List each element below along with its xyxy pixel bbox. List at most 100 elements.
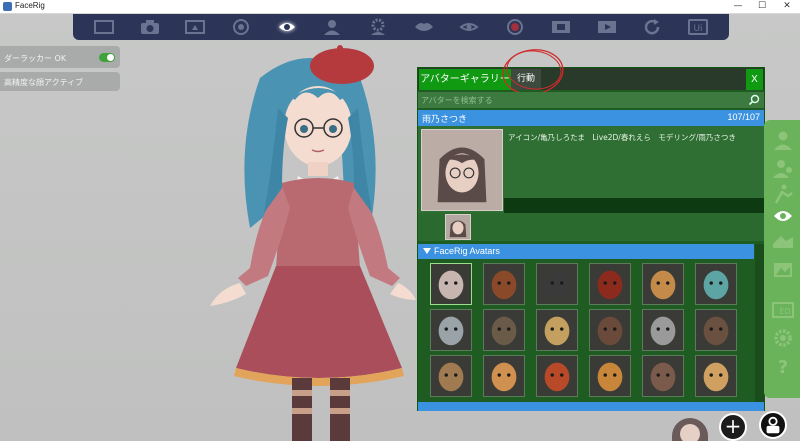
ui-toggle-button[interactable]: Ui <box>683 16 713 38</box>
maximize-button[interactable]: ☐ <box>750 0 774 13</box>
avatar-thumbnail-image <box>696 356 736 396</box>
avatar-old-woman[interactable] <box>430 309 472 351</box>
face-tracking-icon <box>278 23 295 31</box>
ed-button[interactable]: ED <box>770 298 796 322</box>
avatar-thumbnail-image <box>484 310 524 350</box>
avatar-thumbnail-image <box>537 264 577 304</box>
avatar-burger[interactable] <box>589 355 631 397</box>
camera-capture-button[interactable] <box>759 411 787 439</box>
avatar-red-panda[interactable] <box>483 263 525 305</box>
eye-button[interactable] <box>454 16 484 38</box>
webcam-button[interactable] <box>226 16 256 38</box>
help-label: ? <box>778 357 788 376</box>
high-precision-toggle-label: 高精度な顔アクティブ <box>4 78 84 87</box>
camera-capture-icon <box>766 416 780 434</box>
avatar-thumbnail-image <box>643 356 683 396</box>
collapse-arrow-icon <box>423 248 431 254</box>
lips-button[interactable] <box>409 16 439 38</box>
face-profile-button[interactable] <box>770 204 796 228</box>
title-bar: FaceRig — ☐ ✕ <box>0 0 800 14</box>
gallery-close-button[interactable]: X <box>746 69 763 90</box>
avatar-wolf-man[interactable] <box>695 309 737 351</box>
tracker-toggle-row[interactable]: ダーラッカー OK <box>0 46 120 68</box>
avatar-thumbnail-image <box>590 356 630 396</box>
film-strip-button[interactable] <box>546 16 576 38</box>
avatar-shiba-dog[interactable] <box>483 355 525 397</box>
avatar-thumbnail-image <box>431 264 471 304</box>
settings-gear-icon <box>774 329 792 347</box>
customize-avatar-icon <box>773 160 792 178</box>
face-profile-icon <box>774 211 792 221</box>
selected-avatar-thumbnail[interactable] <box>421 129 503 211</box>
avatar-girl-glasses[interactable] <box>430 263 472 305</box>
stance-icon <box>774 184 793 204</box>
screenshot-upload-button[interactable] <box>180 16 210 38</box>
avatar-red-demon[interactable] <box>589 263 631 305</box>
avatar-blonde-woman[interactable] <box>536 309 578 351</box>
main-toolbar: Ui <box>73 14 729 40</box>
avatar-thumbnail-image <box>696 264 736 304</box>
help-button[interactable]: ? <box>770 354 796 378</box>
search-icon[interactable] <box>748 94 760 106</box>
avatar-silhouette-button[interactable] <box>770 128 796 152</box>
tracker-toggle-label: ダーラッカー OK <box>4 54 67 63</box>
avatar-old-man[interactable] <box>483 309 525 351</box>
avatar-thumbnail-image <box>590 310 630 350</box>
playback-icon <box>597 21 616 33</box>
customize-avatar-button[interactable] <box>770 156 796 180</box>
avatar-thumbnail-image <box>484 264 524 304</box>
avatar-count: 107/107 <box>727 112 760 122</box>
avatar-black-cat[interactable] <box>536 263 578 305</box>
face-tracking-button[interactable] <box>272 16 302 38</box>
gallery-scrollbar[interactable] <box>755 244 764 402</box>
expressions-button[interactable] <box>770 230 796 254</box>
avatar-thumbnail-image <box>484 356 524 396</box>
close-window-button[interactable]: ✕ <box>775 0 799 13</box>
avatar-variant-thumbnail[interactable] <box>445 214 471 240</box>
film-strip-icon <box>551 21 570 33</box>
selected-avatar-bar: 雨乃さつき 107/107 <box>418 110 764 126</box>
background-button[interactable] <box>770 258 796 282</box>
minimize-button[interactable]: — <box>726 0 750 13</box>
refresh-button[interactable] <box>637 16 667 38</box>
record-button[interactable] <box>500 16 530 38</box>
window-title: FaceRig <box>15 1 45 10</box>
fullscreen-frame-button[interactable] <box>89 16 119 38</box>
variant-strip <box>418 213 764 241</box>
avatar-elf-girl[interactable] <box>695 263 737 305</box>
ed-label: ED <box>779 307 790 316</box>
stance-button[interactable] <box>770 182 796 206</box>
high-precision-toggle-row[interactable]: 高精度な顔アクティブ <box>0 72 120 91</box>
add-button[interactable]: + <box>719 413 747 441</box>
avatar-search-input[interactable] <box>418 92 746 108</box>
avatar-blonde-man[interactable] <box>695 355 737 397</box>
facerig-avatars-section[interactable]: FaceRig Avatars <box>418 244 754 259</box>
avatar-thumbnail-image <box>696 310 736 350</box>
avatar-wolf[interactable] <box>430 355 472 397</box>
ed-icon: ED <box>772 302 794 318</box>
avatar-bald-man[interactable] <box>642 355 684 397</box>
gallery-bottom-bar <box>418 402 764 411</box>
avatar-person-button[interactable] <box>317 16 347 38</box>
avatar-detail: アイコン/亀乃しろたま Live2D/春れえら モデリング/雨乃さつき <box>418 126 764 213</box>
camera-icon <box>140 20 159 34</box>
fullscreen-frame-icon <box>93 20 114 34</box>
right-side-panel: ED ? <box>764 120 800 398</box>
tab-avatar-gallery[interactable]: アバターギャラリー <box>419 69 511 90</box>
avatar-settings-button[interactable] <box>363 16 393 38</box>
settings-gear-button[interactable] <box>770 326 796 350</box>
avatar-thumbnail-image <box>590 264 630 304</box>
eye-icon <box>459 23 480 31</box>
lips-icon <box>414 23 433 31</box>
avatar-thumbnail-image <box>537 356 577 396</box>
camera-button[interactable] <box>135 16 165 38</box>
playback-button[interactable] <box>592 16 622 38</box>
avatar-zebra-man[interactable] <box>642 309 684 351</box>
help-icon: ? <box>778 357 788 376</box>
avatar-cat[interactable] <box>642 263 684 305</box>
tracker-toggle-switch[interactable] <box>99 53 115 62</box>
ui-toggle-icon: Ui <box>687 19 708 35</box>
avatar-fox[interactable] <box>536 355 578 397</box>
avatar-thumbnail-image <box>431 310 471 350</box>
avatar-dragon[interactable] <box>589 309 631 351</box>
